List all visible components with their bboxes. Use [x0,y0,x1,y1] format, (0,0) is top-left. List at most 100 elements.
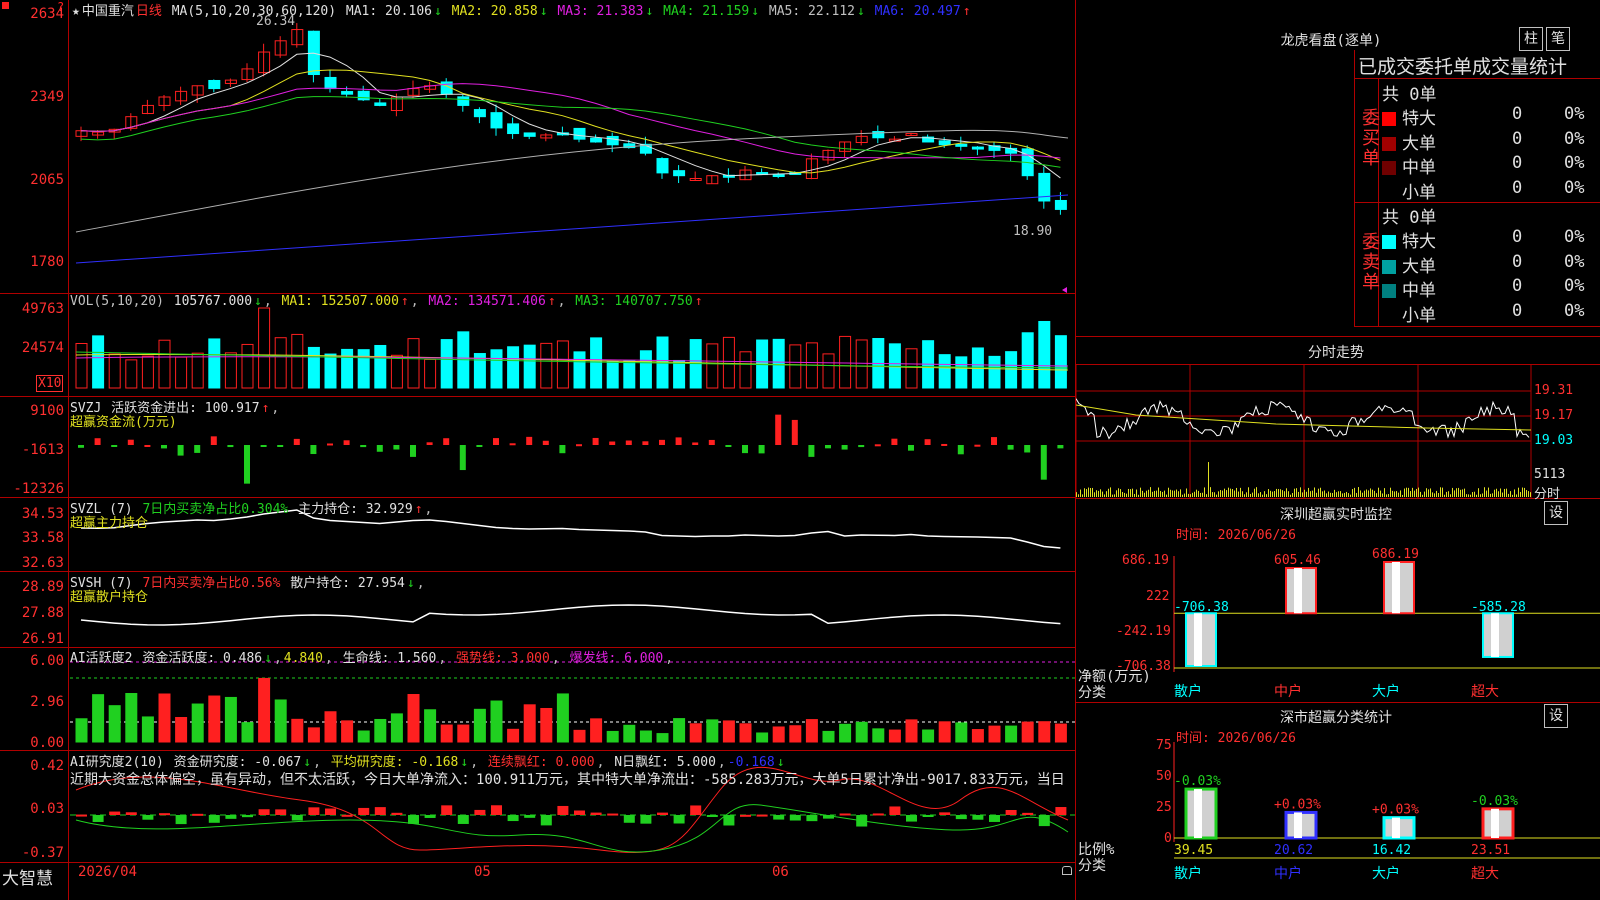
fund-flow-bar [941,443,948,446]
research-bar [424,815,436,818]
fund-flow-bar [775,414,782,445]
research-bar [308,807,320,815]
vol-ma3-arrow: ↑ [694,294,703,309]
activity-bar [1054,723,1067,743]
activity-bar [623,724,636,743]
vol-ma2: MA2: 134571.406 [428,294,546,309]
research-bar [457,815,469,824]
research-bar [590,812,602,815]
svsh-label-3: 26.91 [21,631,64,647]
research-bar [540,815,552,826]
fund-flow-bar [758,445,765,454]
ai2-f3: 连续飘红: 0.000 [487,755,595,770]
classify-bar-shine [1491,808,1499,838]
activity-bar [191,703,204,743]
research-bar [773,815,785,820]
volume-bar [706,343,719,389]
activity-bar [722,720,735,743]
volume-bar [556,340,569,389]
candle-body [606,135,619,146]
classify-bar-shine [1194,789,1202,838]
candle-body [656,158,669,174]
activity-bar [241,722,254,743]
fund-flow-bar [991,437,997,445]
ai2-arrow1: ↓ [303,755,312,770]
ai2-legend: AI研究度2(10) 资金研究度: -0.067 ↓, 平均研究度: -0.168… [70,755,785,770]
research-bar [756,814,768,817]
ai2-label-2: 0.03 [30,801,64,817]
activity-bar [92,694,105,743]
brand-logo: 大智慧 [2,869,53,889]
research-bar [972,815,984,820]
classify-delta-label: +0.03% [1372,803,1419,818]
classify-value-label: 16.42 [1372,843,1411,858]
main-chart-area[interactable]: ★ 中国重汽 日线 MA(5,10,20,30,60,120) MA1: 20.10… [0,0,1076,900]
ai2-f5: -0.168 [727,755,775,770]
activity-bar [1005,725,1018,743]
candle-body [457,96,470,106]
activity-bar [789,725,802,743]
activity-bar [307,727,320,743]
fund-flow-bar [426,442,433,445]
fund-flow-bar [78,445,84,448]
ma-line [75,194,1069,264]
volume-bar [274,337,287,389]
activity-bar [507,728,520,743]
volume-bar [341,348,354,389]
activity-bar [955,722,968,743]
activity-bar [590,718,603,743]
fund-flow-bar [277,445,284,447]
classify-category-label: 中户 [1274,865,1302,882]
research-bar [1005,809,1017,815]
research-bar [889,806,901,815]
fund-flow-bar [974,444,981,447]
fund-flow-bar [692,442,699,445]
svzj-label-1: 9100 [30,403,64,419]
volume-bar [1054,335,1067,389]
activity-bar [673,718,686,743]
research-bar [557,805,569,815]
ai1-label-3: 0.00 [30,735,64,751]
date-label-2: 05 [474,864,491,880]
fund-flow-bar [161,445,167,449]
vol-label-1: 49763 [21,301,64,317]
classify-delta-label: -0.03% [1174,774,1221,789]
fund-flow-bar [244,445,250,484]
research-bar [275,809,287,815]
volume-bar [739,351,752,389]
volume-bar [92,335,105,389]
activity-bar [224,696,237,743]
activity-bar [341,720,354,743]
svzl-label-3: 32.63 [21,555,64,571]
activity-bar [855,721,868,743]
activity-bar [839,723,852,743]
volume-bar [822,353,835,389]
volume-bar [1005,351,1018,389]
activity-bar [1021,721,1034,743]
lock-icon[interactable] [1062,866,1072,875]
vol-value: 105767.000 [173,294,253,309]
vol-legend: VOL(5,10,20) 105767.000 ↓, MA1: 152507.00… [70,294,703,309]
candle-body [473,109,486,118]
research-bar [789,815,801,821]
svzl-desc2: 主力持仓: 32.929 [298,502,413,517]
activity-bar [125,693,138,743]
fund-flow-bar [642,441,649,445]
candle-body [938,140,951,146]
fund-flow-bar [127,439,134,445]
activity-bar [440,724,453,743]
fund-flow-bar [227,445,234,448]
classify-value-label: 20.62 [1274,843,1313,858]
svsh-label-2: 27.88 [21,605,64,621]
classify-chart: -0.03% 39.45 散户 +0.03% 20.62 中户 +0.03% 16.42 大户 -… [1173,742,1600,882]
vol-unit: X10 [36,375,64,392]
research-bar [872,813,884,816]
research-bar [408,815,419,824]
fund-flow-bar [1024,445,1031,453]
activity-bar [805,719,818,743]
volume-bar [258,307,271,389]
scroll-marker [1062,287,1067,293]
fund-flow-bar [343,440,350,445]
fund-flow-bar [1007,445,1014,450]
activity-bar [988,725,1001,743]
